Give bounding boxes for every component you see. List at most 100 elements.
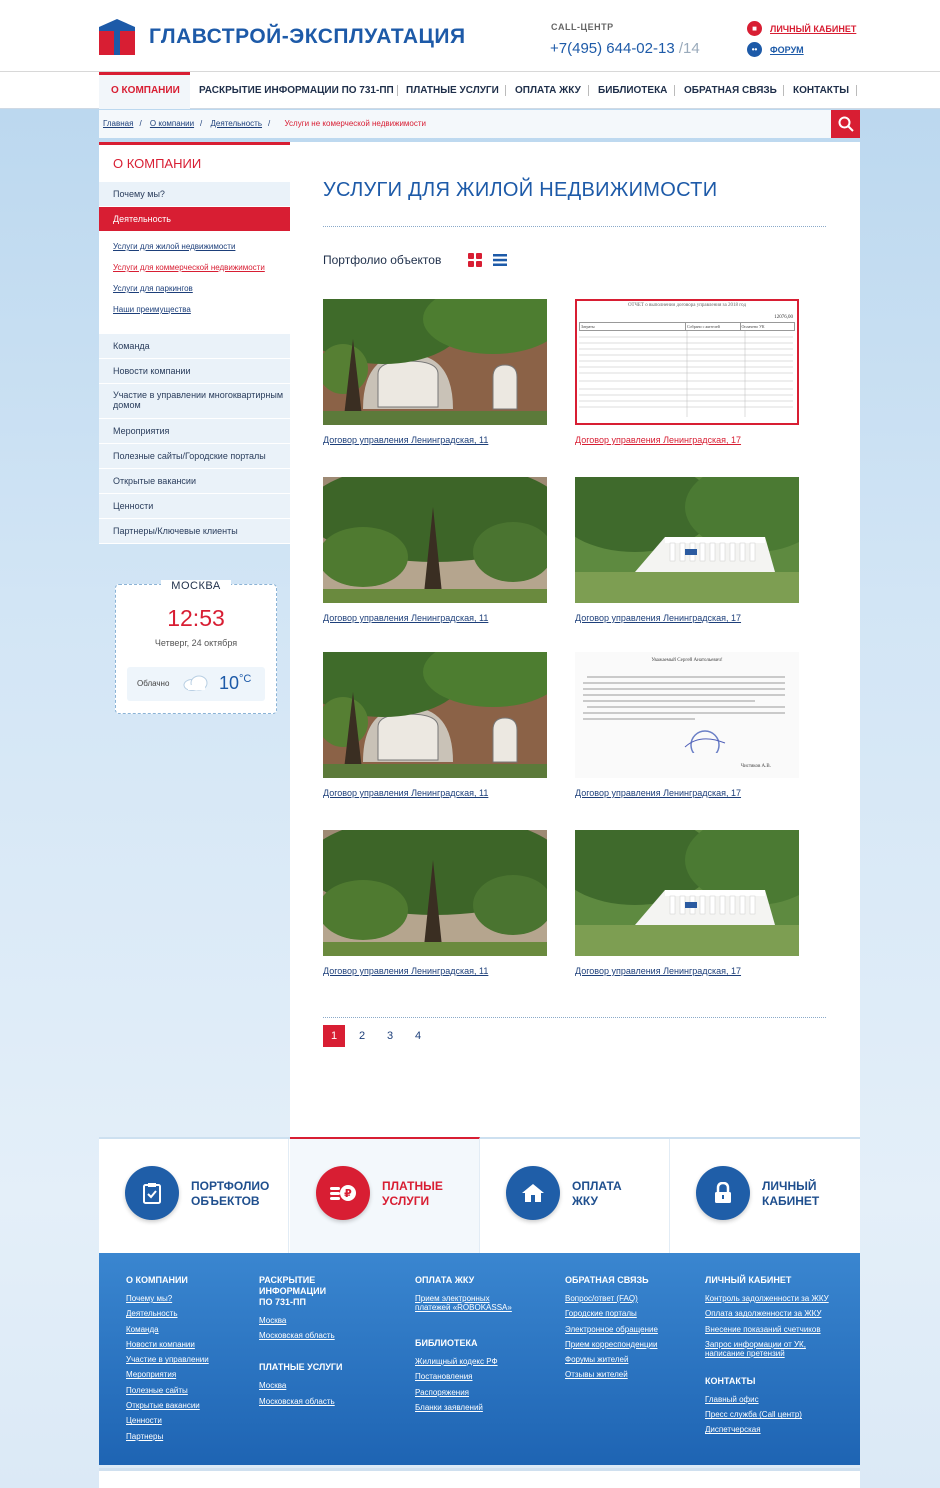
sidebar-subitem-commercial[interactable]: Услуги для коммерческой недвижимости: [113, 259, 290, 280]
footer-link[interactable]: Главный офис: [705, 1395, 845, 1404]
nav-item-payment[interactable]: ОПЛАТА ЖКУ: [515, 85, 581, 96]
footer-link[interactable]: Полезные сайты: [126, 1386, 236, 1395]
footer-link[interactable]: Мероприятия: [126, 1370, 236, 1379]
page-3[interactable]: 3: [379, 1025, 401, 1047]
footer-link[interactable]: Московская область: [259, 1397, 379, 1406]
card-caption[interactable]: Договор управления Ленинградская, 11: [323, 788, 547, 798]
portfolio-card[interactable]: Договор управления Ленинградская, 11: [323, 299, 547, 445]
page-4[interactable]: 4: [407, 1025, 429, 1047]
footer-link[interactable]: Прием корреспонденции: [565, 1340, 685, 1349]
tile-portfolio[interactable]: ПОРТФОЛИО ОБЪЕКТОВ: [99, 1139, 289, 1253]
nav-item-paid-services[interactable]: ПЛАТНЫЕ УСЛУГИ: [406, 85, 499, 96]
footer-link[interactable]: Распоряжения: [415, 1388, 535, 1397]
sidebar-item-useful-sites[interactable]: Полезные сайты/Городские порталы: [99, 444, 290, 469]
portfolio-card[interactable]: Договор управления Ленинградская, 17: [575, 477, 799, 623]
sidebar-item-team[interactable]: Команда: [99, 334, 290, 359]
divider: [323, 226, 826, 227]
footer-link[interactable]: Вопрос/ответ (FAQ): [565, 1294, 685, 1303]
sidebar-item-news[interactable]: Новости компании: [99, 359, 290, 384]
footer-link[interactable]: Пресс служба (Call центр): [705, 1410, 845, 1419]
search-button[interactable]: [831, 110, 860, 138]
portfolio-card[interactable]: Договор управления Ленинградская, 11: [323, 652, 547, 798]
nav-item-about[interactable]: О КОМПАНИИ: [111, 85, 180, 96]
footer-link[interactable]: Форумы жителей: [565, 1355, 685, 1364]
portfolio-card[interactable]: Договор управления Ленинградская, 17: [575, 830, 799, 976]
company-logo-icon[interactable]: [99, 19, 135, 55]
card-caption[interactable]: Договор управления Ленинградская, 11: [323, 966, 547, 976]
forum-link[interactable]: •• ФОРУМ: [747, 42, 804, 57]
company-name[interactable]: ГЛАВСТРОЙ-ЭКСПЛУАТАЦИЯ: [149, 25, 466, 49]
card-caption[interactable]: Договор управления Ленинградская, 17: [575, 966, 799, 976]
tile-paid-services[interactable]: ₽ ПЛАТНЫЕ УСЛУГИ: [290, 1137, 480, 1253]
page-2[interactable]: 2: [351, 1025, 373, 1047]
card-caption[interactable]: Договор управления Ленинградская, 17: [575, 613, 799, 623]
footer-link[interactable]: Партнеры: [126, 1432, 236, 1441]
footer-link[interactable]: Москва: [259, 1381, 379, 1390]
sidebar-item-values[interactable]: Ценности: [99, 494, 290, 519]
sidebar-subitem-parking[interactable]: Услуги для паркингов: [113, 280, 290, 301]
list-view-icon[interactable]: [493, 253, 507, 267]
breadcrumb-sep: /: [268, 119, 271, 128]
footer-link[interactable]: Прием электронных платежей «ROBOKASSA»: [415, 1294, 520, 1312]
cabinet-link[interactable]: ■ ЛИЧНЫЙ КАБИНЕТ: [747, 21, 856, 36]
portfolio-card[interactable]: ОТЧЕТ о выполнении договора управления з…: [575, 299, 799, 445]
photo-balustrade[interactable]: [575, 477, 799, 603]
footer-link[interactable]: Жилищный кодекс РФ: [415, 1357, 535, 1366]
footer-link[interactable]: Диспетчерская: [705, 1425, 845, 1434]
sidebar-item-management[interactable]: Участие в управлении многоквартирным дом…: [99, 384, 290, 419]
photo-building-trees[interactable]: [323, 652, 547, 778]
footer-heading: ПЛАТНЫЕ УСЛУГИ: [259, 1362, 343, 1373]
sidebar-subitem-residential[interactable]: Услуги для жилой недвижимости: [113, 238, 290, 259]
nav-item-library[interactable]: БИБЛИОТЕКА: [598, 85, 667, 96]
portfolio-card[interactable]: Договор управления Ленинградская, 11: [323, 477, 547, 623]
card-caption[interactable]: Договор управления Ленинградская, 11: [323, 435, 547, 445]
footer-link[interactable]: Команда: [126, 1325, 236, 1334]
card-caption[interactable]: Договор управления Ленинградская, 11: [323, 613, 547, 623]
sidebar-item-partners[interactable]: Партнеры/Ключевые клиенты: [99, 519, 290, 544]
footer-link[interactable]: Бланки заявлений: [415, 1403, 535, 1412]
sidebar-subitem-advantages[interactable]: Наши преимущества: [113, 301, 290, 322]
footer-link[interactable]: Москва: [259, 1316, 379, 1325]
footer-link[interactable]: Открытые вакансии: [126, 1401, 236, 1410]
card-caption[interactable]: Договор управления Ленинградская, 17: [575, 435, 799, 445]
footer-link[interactable]: Почему мы?: [126, 1294, 236, 1303]
footer-link[interactable]: Запрос информации от УК, написание прете…: [705, 1340, 825, 1358]
nav-item-disclosure[interactable]: РАСКРЫТИЕ ИНФОРМАЦИИ ПО 731-ПП: [199, 85, 394, 96]
breadcrumb-home[interactable]: Главная: [103, 119, 133, 128]
grid-view-icon[interactable]: [468, 253, 482, 267]
sidebar-item-why-us[interactable]: Почему мы?: [99, 182, 290, 207]
nav-item-feedback[interactable]: ОБРАТНАЯ СВЯЗЬ: [684, 85, 777, 96]
portfolio-card[interactable]: Уважаемый Сергей Анатольевич! Чистяков А…: [575, 652, 799, 798]
card-caption[interactable]: Договор управления Ленинградская, 17: [575, 788, 799, 798]
nav-item-contacts[interactable]: КОНТАКТЫ: [793, 85, 849, 96]
tile-payment[interactable]: ОПЛАТА ЖКУ: [480, 1139, 670, 1253]
footer-link[interactable]: Участие в управлении: [126, 1355, 236, 1364]
sidebar-item-events[interactable]: Мероприятия: [99, 419, 290, 444]
footer-link[interactable]: Отзывы жителей: [565, 1370, 685, 1379]
tile-cabinet[interactable]: ЛИЧНЫЙ КАБИНЕТ: [670, 1139, 860, 1253]
breadcrumb-about[interactable]: О компании: [150, 119, 194, 128]
breadcrumb-activity[interactable]: Деятельность: [211, 119, 263, 128]
footer-link[interactable]: Новости компании: [126, 1340, 236, 1349]
footer-link[interactable]: Деятельность: [126, 1309, 236, 1318]
pagination: 1 2 3 4: [323, 1025, 435, 1047]
sidebar-item-vacancies[interactable]: Открытые вакансии: [99, 469, 290, 494]
sidebar-item-activity[interactable]: Деятельность: [99, 207, 290, 232]
photo-building-trees[interactable]: [323, 830, 547, 956]
footer-link[interactable]: Контроль задолженности за ЖКУ: [705, 1294, 845, 1303]
footer-link[interactable]: Городские порталы: [565, 1309, 685, 1318]
document-letter-thumbnail[interactable]: Уважаемый Сергей Анатольевич! Чистяков А…: [575, 652, 799, 778]
footer-link[interactable]: Электронное обращение: [565, 1325, 685, 1334]
photo-balustrade[interactable]: [575, 830, 799, 956]
portfolio-card[interactable]: Договор управления Ленинградская, 11: [323, 830, 547, 976]
page-1[interactable]: 1: [323, 1025, 345, 1047]
photo-building-trees[interactable]: [323, 299, 547, 425]
footer-link[interactable]: Московская область: [259, 1331, 379, 1340]
footer-link[interactable]: Постановления: [415, 1372, 535, 1381]
footer-link[interactable]: Ценности: [126, 1416, 236, 1425]
footer-link[interactable]: Оплата задолженности за ЖКУ: [705, 1309, 845, 1318]
footer-link[interactable]: Внесение показаний счетчиков: [705, 1325, 845, 1334]
document-report-thumbnail[interactable]: ОТЧЕТ о выполнении договора управления з…: [575, 299, 799, 425]
photo-building-trees[interactable]: [323, 477, 547, 603]
tile-label-line: ЛИЧНЫЙ: [762, 1179, 817, 1193]
